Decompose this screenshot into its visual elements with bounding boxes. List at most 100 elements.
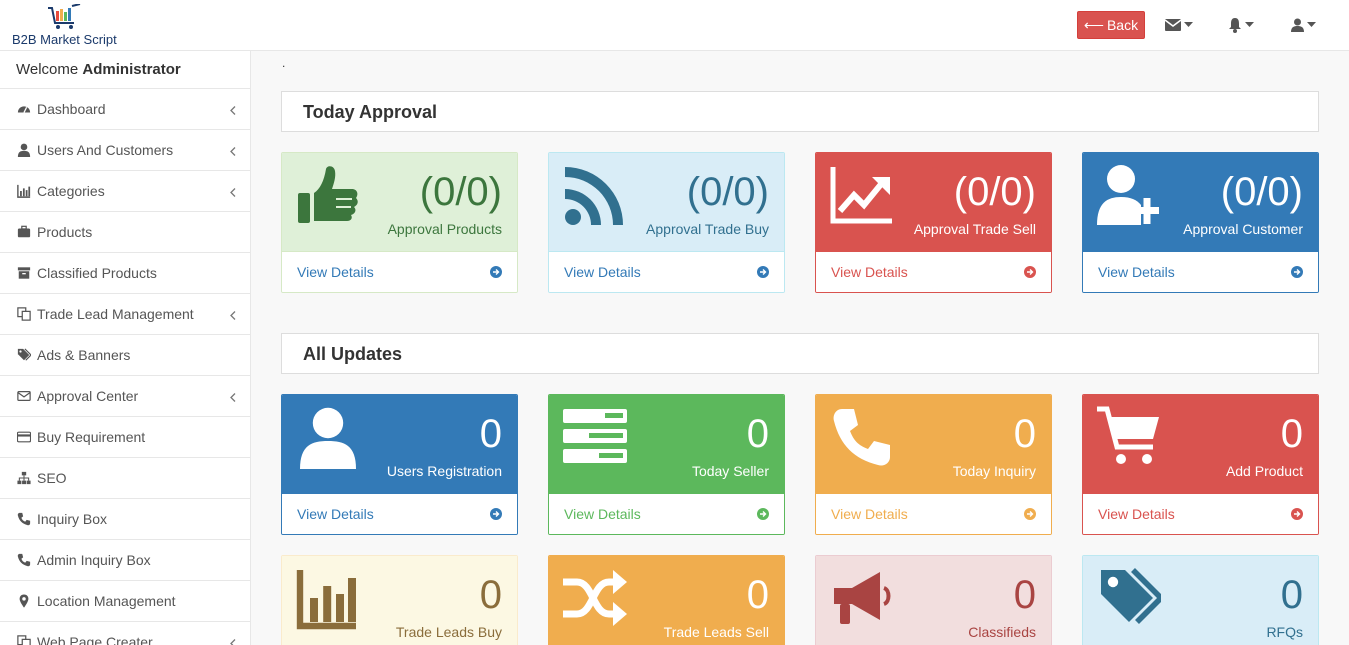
- sidebar-item-users-and-customers[interactable]: Users And Customers: [0, 130, 250, 171]
- chevron-left-icon: [230, 635, 236, 645]
- view-details-link[interactable]: View Details: [816, 493, 1051, 534]
- card-header: 0 Add Product: [1083, 395, 1318, 493]
- today-approval-heading: Today Approval: [281, 91, 1319, 132]
- card-label: Approval Customer: [1183, 221, 1303, 237]
- card-label: Trade Leads Sell: [663, 624, 769, 640]
- card-label: RFQs: [1266, 624, 1303, 640]
- back-button[interactable]: ⟵ Back: [1077, 11, 1145, 39]
- view-details-link[interactable]: View Details: [816, 251, 1051, 292]
- sidebar-item-admin-inquiry-box[interactable]: Admin Inquiry Box: [0, 540, 250, 581]
- all-updates-heading: All Updates: [281, 333, 1319, 374]
- card-count: (0/0): [686, 170, 769, 214]
- today-inquiry-card: 0 Today Inquiry View Details: [815, 394, 1052, 535]
- sidebar-item-label: Users And Customers: [37, 142, 174, 158]
- view-details-link[interactable]: View Details: [1083, 251, 1318, 292]
- sidebar-item-approval-center[interactable]: Approval Center: [0, 376, 250, 417]
- view-details-label: View Details: [831, 506, 908, 522]
- sidebar-item-buy-requirement[interactable]: Buy Requirement: [0, 417, 250, 458]
- envelope-icon: [17, 389, 31, 403]
- approval-trade-sell-card: (0/0) Approval Trade Sell View Details: [815, 152, 1052, 293]
- sidebar-item-label: Products: [37, 224, 93, 240]
- card-label: Classifieds: [968, 624, 1036, 640]
- view-details-label: View Details: [564, 264, 641, 280]
- bar-chart-icon: [17, 184, 31, 198]
- sidebar-item-products[interactable]: Products: [0, 212, 250, 253]
- briefcase-icon: [17, 225, 31, 239]
- envelope-icon: [1165, 19, 1181, 31]
- card-header: 0 Users Registration: [282, 395, 517, 493]
- arrow-circle-right-icon: [1024, 508, 1036, 520]
- arrow-circle-right-icon: [1291, 508, 1303, 520]
- card-header: 0 Today Inquiry: [816, 395, 1051, 493]
- welcome-message: Welcome Administrator: [0, 51, 250, 89]
- classifieds-card: 0 Classifieds: [815, 555, 1052, 645]
- sidebar-item-dashboard[interactable]: Dashboard: [0, 89, 250, 130]
- tags-icon: [17, 348, 31, 362]
- view-details-link[interactable]: View Details: [549, 493, 784, 534]
- phone-icon: [830, 405, 894, 472]
- card-label: Today Inquiry: [952, 463, 1036, 479]
- sidebar-menu: Dashboard Users And Customers Categories Pr…: [0, 89, 250, 645]
- view-details-link[interactable]: View Details: [549, 251, 784, 292]
- arrow-circle-right-icon: [490, 266, 502, 278]
- line-chart-icon: [830, 163, 894, 230]
- logo[interactable]: B2B Market Script: [10, 4, 120, 48]
- sidebar-item-label: Categories: [37, 183, 105, 199]
- view-details-link[interactable]: View Details: [282, 251, 517, 292]
- view-details-label: View Details: [1098, 506, 1175, 522]
- rss-icon: [563, 163, 627, 230]
- phone-icon: [17, 512, 31, 526]
- cart-logo-icon: [48, 4, 81, 29]
- copy-icon: [17, 635, 31, 645]
- notifications-dropdown[interactable]: [1228, 14, 1254, 36]
- card-label: Today Seller: [691, 463, 769, 479]
- arrow-circle-right-icon: [490, 508, 502, 520]
- chevron-left-icon: [230, 307, 236, 323]
- random-icon: [563, 566, 627, 633]
- sitemap-icon: [17, 471, 31, 485]
- view-details-label: View Details: [831, 264, 908, 280]
- copy-icon: [17, 307, 31, 321]
- welcome-username: Administrator: [82, 61, 181, 78]
- card-label: Add Product: [1225, 463, 1303, 479]
- card-header: (0/0) Approval Products: [282, 153, 517, 251]
- top-navbar: B2B Market Script ⟵ Back: [0, 0, 1349, 51]
- users-registration-card: 0 Users Registration View Details: [281, 394, 518, 535]
- sidebar-item-ads-banners[interactable]: Ads & Banners: [0, 335, 250, 376]
- view-details-link[interactable]: View Details: [1083, 493, 1318, 534]
- card-label: Users Registration: [386, 463, 502, 479]
- card-count: 0: [479, 412, 502, 456]
- arrow-circle-right-icon: [757, 266, 769, 278]
- sidebar-item-location-management[interactable]: Location Management: [0, 581, 250, 622]
- card-count: 0: [479, 573, 502, 617]
- user-dropdown[interactable]: [1291, 14, 1316, 36]
- sidebar-item-trade-lead-management[interactable]: Trade Lead Management: [0, 294, 250, 335]
- view-details-label: View Details: [297, 264, 374, 280]
- sidebar-item-label: Admin Inquiry Box: [37, 552, 151, 568]
- caret-down-icon: [1307, 22, 1316, 27]
- card-count: 0: [746, 412, 769, 456]
- sidebar-item-label: Dashboard: [37, 101, 106, 117]
- view-details-link[interactable]: View Details: [282, 493, 517, 534]
- messages-dropdown[interactable]: [1165, 14, 1193, 36]
- chevron-left-icon: [230, 389, 236, 405]
- card-label: Approval Trade Buy: [646, 221, 769, 237]
- card-count: (0/0): [953, 170, 1036, 214]
- sidebar-item-inquiry-box[interactable]: Inquiry Box: [0, 499, 250, 540]
- sidebar-item-web-page-creater[interactable]: Web Page Creater: [0, 622, 250, 645]
- phone-icon: [17, 553, 31, 567]
- back-button-label: Back: [1106, 17, 1139, 33]
- map-marker-icon: [17, 594, 31, 608]
- trade-leads-sell-card: 0 Trade Leads Sell: [548, 555, 785, 645]
- sidebar-item-seo[interactable]: SEO: [0, 458, 250, 499]
- approval-customer-card: (0/0) Approval Customer View Details: [1082, 152, 1319, 293]
- rfqs-card: 0 RFQs: [1082, 555, 1319, 645]
- sidebar-item-categories[interactable]: Categories: [0, 171, 250, 212]
- user-icon: [1291, 18, 1304, 32]
- caret-down-icon: [1245, 22, 1254, 27]
- card-header: (0/0) Approval Customer: [1083, 153, 1318, 251]
- card-header: (0/0) Approval Trade Sell: [816, 153, 1051, 251]
- sidebar-item-classified-products[interactable]: Classified Products: [0, 253, 250, 294]
- sidebar-item-label: Classified Products: [37, 265, 157, 281]
- user-icon: [17, 143, 31, 157]
